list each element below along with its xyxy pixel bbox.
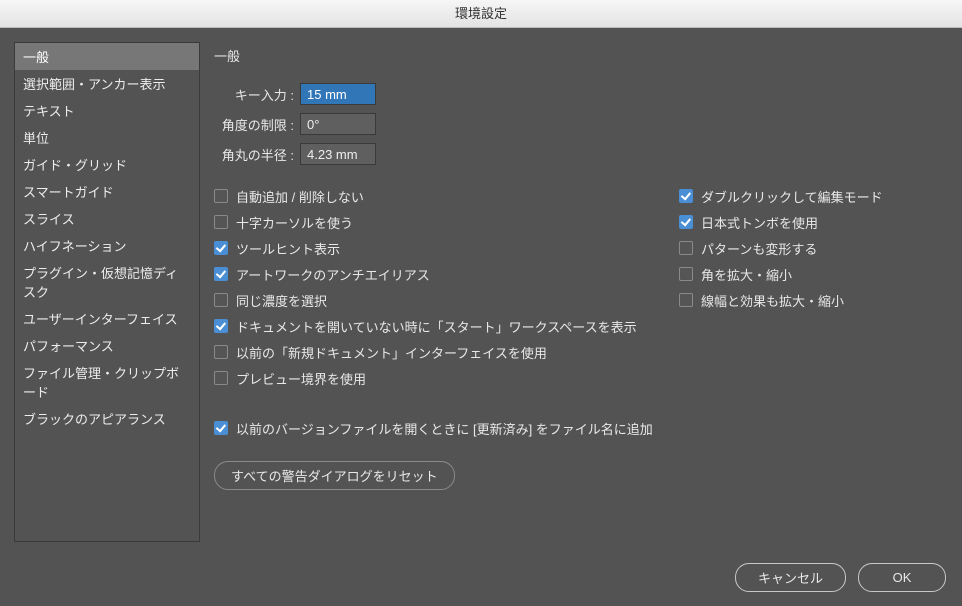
left-check-2[interactable]: ツールヒント表示 <box>214 235 679 261</box>
sidebar-item-8[interactable]: プラグイン・仮想記憶ディスク <box>15 259 199 305</box>
right-check-2-checkbox[interactable] <box>679 241 693 255</box>
right-check-2[interactable]: パターンも変形する <box>679 235 948 261</box>
sidebar-item-0[interactable]: 一般 <box>15 43 199 70</box>
sidebar-item-5[interactable]: スマートガイド <box>15 178 199 205</box>
ok-button[interactable]: OK <box>858 563 946 592</box>
right-check-3-checkbox[interactable] <box>679 267 693 281</box>
left-check-3-label: アートワークのアンチエイリアス <box>236 265 430 284</box>
right-check-0-label: ダブルクリックして編集モード <box>701 187 883 206</box>
sidebar-item-9[interactable]: ユーザーインターフェイス <box>15 305 199 332</box>
left-check-7-label: プレビュー境界を使用 <box>236 369 366 388</box>
sidebar-item-7[interactable]: ハイフネーション <box>15 232 199 259</box>
left-check-4-label: 同じ濃度を選択 <box>236 291 327 310</box>
right-check-0-checkbox[interactable] <box>679 189 693 203</box>
right-check-1-checkbox[interactable] <box>679 215 693 229</box>
main-panel: 一般 キー入力 : 角度の制限 : 角丸の半径 : 自動追加 / 削除しない十字… <box>214 42 948 542</box>
left-check-5[interactable]: ドキュメントを開いていない時に「スタート」ワークスペースを表示 <box>214 313 679 339</box>
left-extra-check[interactable]: 以前のバージョンファイルを開くときに [更新済み] をファイル名に追加 <box>214 415 679 441</box>
angle-limit-field[interactable] <box>300 113 376 135</box>
right-check-4[interactable]: 線幅と効果も拡大・縮小 <box>679 287 948 313</box>
section-title: 一般 <box>214 46 948 65</box>
sidebar-item-11[interactable]: ファイル管理・クリップボード <box>15 359 199 405</box>
sidebar-item-3[interactable]: 単位 <box>15 124 199 151</box>
right-check-4-label: 線幅と効果も拡大・縮小 <box>701 291 844 310</box>
sidebar-item-10[interactable]: パフォーマンス <box>15 332 199 359</box>
left-check-1-checkbox[interactable] <box>214 215 228 229</box>
sidebar-item-4[interactable]: ガイド・グリッド <box>15 151 199 178</box>
left-check-7-checkbox[interactable] <box>214 371 228 385</box>
sidebar-item-6[interactable]: スライス <box>15 205 199 232</box>
left-check-6-checkbox[interactable] <box>214 345 228 359</box>
sidebar: 一般選択範囲・アンカー表示テキスト単位ガイド・グリッドスマートガイドスライスハイ… <box>14 42 200 542</box>
corner-radius-label: 角丸の半径 : <box>214 145 294 164</box>
left-check-0[interactable]: 自動追加 / 削除しない <box>214 183 679 209</box>
right-check-3[interactable]: 角を拡大・縮小 <box>679 261 948 287</box>
right-check-3-label: 角を拡大・縮小 <box>701 265 792 284</box>
left-check-1[interactable]: 十字カーソルを使う <box>214 209 679 235</box>
key-input-label: キー入力 : <box>214 85 294 104</box>
right-check-0[interactable]: ダブルクリックして編集モード <box>679 183 948 209</box>
window-title: 環境設定 <box>0 0 962 28</box>
left-check-0-checkbox[interactable] <box>214 189 228 203</box>
left-check-1-label: 十字カーソルを使う <box>236 213 353 232</box>
left-check-5-checkbox[interactable] <box>214 319 228 333</box>
right-check-2-label: パターンも変形する <box>701 239 817 258</box>
right-check-1[interactable]: 日本式トンボを使用 <box>679 209 948 235</box>
cancel-button[interactable]: キャンセル <box>735 563 846 592</box>
left-check-7[interactable]: プレビュー境界を使用 <box>214 365 679 391</box>
left-check-2-checkbox[interactable] <box>214 241 228 255</box>
sidebar-item-2[interactable]: テキスト <box>15 97 199 124</box>
right-check-1-label: 日本式トンボを使用 <box>701 213 818 232</box>
footer: キャンセル OK <box>735 563 946 592</box>
left-check-6-label: 以前の「新規ドキュメント」インターフェイスを使用 <box>236 343 547 362</box>
left-check-4[interactable]: 同じ濃度を選択 <box>214 287 679 313</box>
right-check-4-checkbox[interactable] <box>679 293 693 307</box>
left-extra-check-label: 以前のバージョンファイルを開くときに [更新済み] をファイル名に追加 <box>236 419 653 438</box>
corner-radius-field[interactable] <box>300 143 376 165</box>
sidebar-item-1[interactable]: 選択範囲・アンカー表示 <box>15 70 199 97</box>
left-check-6[interactable]: 以前の「新規ドキュメント」インターフェイスを使用 <box>214 339 679 365</box>
left-check-3[interactable]: アートワークのアンチエイリアス <box>214 261 679 287</box>
left-check-0-label: 自動追加 / 削除しない <box>236 187 364 206</box>
left-check-3-checkbox[interactable] <box>214 267 228 281</box>
sidebar-item-12[interactable]: ブラックのアピアランス <box>15 405 199 432</box>
key-input-field[interactable] <box>300 83 376 105</box>
left-check-4-checkbox[interactable] <box>214 293 228 307</box>
reset-warnings-button[interactable]: すべての警告ダイアログをリセット <box>214 461 455 490</box>
left-check-5-label: ドキュメントを開いていない時に「スタート」ワークスペースを表示 <box>236 317 637 336</box>
angle-limit-label: 角度の制限 : <box>214 115 294 134</box>
left-extra-check-checkbox[interactable] <box>214 421 228 435</box>
left-check-2-label: ツールヒント表示 <box>236 239 340 258</box>
